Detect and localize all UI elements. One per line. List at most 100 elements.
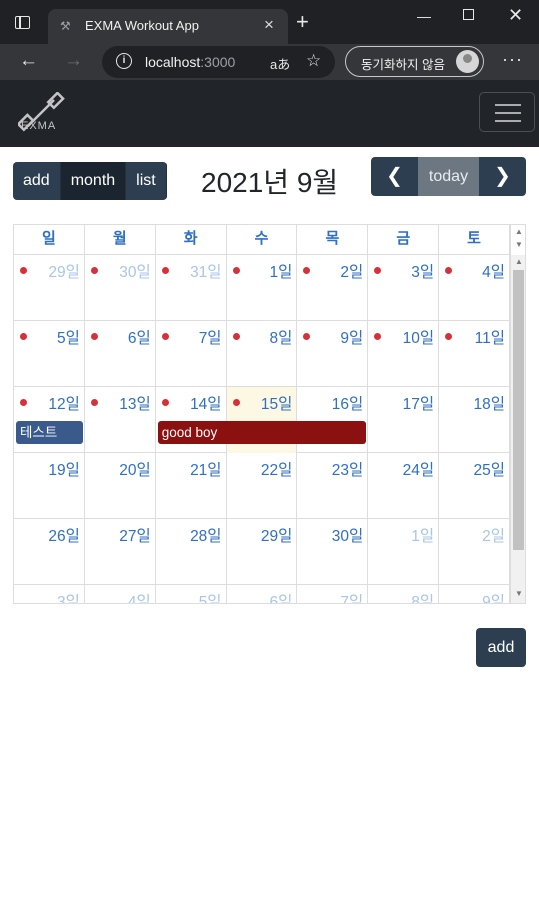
url-box[interactable]: i localhost:3000 aあ ☆ — [102, 46, 335, 78]
day-number[interactable]: 1일 — [270, 260, 293, 282]
day-number[interactable]: 9일 — [340, 326, 363, 348]
day-cell[interactable]: 2일 — [297, 255, 369, 321]
day-number[interactable]: 1일 — [411, 524, 434, 546]
url-text[interactable]: localhost:3000 — [145, 54, 235, 70]
day-cell[interactable]: 9일 — [297, 321, 369, 387]
day-cell[interactable]: 27일 — [85, 519, 156, 585]
calendar-event[interactable]: 테스트 — [16, 421, 83, 444]
back-icon[interactable]: ← — [19, 51, 38, 71]
day-cell[interactable]: 5일 — [14, 321, 85, 387]
scrollbar-thumb[interactable] — [513, 270, 524, 550]
day-number[interactable]: 21일 — [190, 458, 222, 480]
hamburger-menu-button[interactable] — [479, 92, 535, 132]
day-number[interactable]: 26일 — [48, 524, 80, 546]
day-number[interactable]: 17일 — [403, 392, 435, 414]
day-number[interactable]: 28일 — [190, 524, 222, 546]
day-number[interactable]: 19일 — [48, 458, 80, 480]
day-cell[interactable]: 10일 — [368, 321, 440, 387]
day-cell[interactable]: 8일 — [368, 585, 440, 603]
day-number[interactable]: 24일 — [403, 458, 435, 480]
calendar-event[interactable]: good boy — [157, 421, 367, 444]
browser-tab[interactable]: ⚒ EXMA Workout App × — [48, 9, 288, 44]
day-number[interactable]: 5일 — [57, 326, 80, 348]
day-cell[interactable]: 7일 — [297, 585, 369, 603]
window-menu-icon[interactable] — [15, 16, 30, 29]
day-cell[interactable]: 24일 — [368, 453, 440, 519]
minimize-icon[interactable]: — — [417, 8, 431, 24]
tab-close-icon[interactable]: × — [264, 15, 274, 35]
day-cell[interactable]: 22일 — [227, 453, 298, 519]
add-workout-button[interactable]: add — [476, 628, 526, 667]
day-cell[interactable]: 21일 — [156, 453, 227, 519]
day-cell[interactable]: 1일 — [368, 519, 440, 585]
add-view-button[interactable]: add — [13, 162, 61, 200]
day-cell[interactable]: 28일 — [156, 519, 227, 585]
day-number[interactable]: 8일 — [411, 590, 434, 603]
read-aloud-icon[interactable]: aあ — [270, 54, 290, 73]
day-number[interactable]: 14일 — [190, 392, 222, 414]
day-number[interactable]: 4일 — [128, 590, 151, 603]
day-number[interactable]: 2일 — [340, 260, 363, 282]
forward-icon[interactable]: → — [64, 51, 83, 71]
more-menu-icon[interactable]: ··· — [502, 49, 523, 70]
day-cell[interactable]: 30일 — [297, 519, 369, 585]
today-button[interactable]: today — [418, 157, 479, 196]
day-cell[interactable]: 7일 — [156, 321, 227, 387]
day-cell[interactable]: 4일 — [439, 255, 511, 321]
day-cell[interactable]: 29일 — [14, 255, 85, 321]
day-number[interactable]: 6일 — [128, 326, 151, 348]
day-cell[interactable]: 30일 — [85, 255, 156, 321]
day-number[interactable]: 15일 — [261, 392, 293, 414]
day-cell[interactable]: 18일 — [439, 387, 511, 453]
day-number[interactable]: 6일 — [270, 590, 293, 603]
day-cell[interactable]: 13일 — [85, 387, 156, 453]
day-number[interactable]: 20일 — [119, 458, 151, 480]
day-cell[interactable]: 3일 — [368, 255, 440, 321]
day-cell[interactable]: 25일 — [439, 453, 511, 519]
favorite-star-icon[interactable]: ☆ — [306, 51, 321, 71]
day-number[interactable]: 4일 — [482, 260, 505, 282]
month-view-button[interactable]: month — [60, 162, 127, 200]
day-number[interactable]: 12일 — [48, 392, 80, 414]
day-cell[interactable]: 6일 — [85, 321, 156, 387]
day-number[interactable]: 5일 — [199, 590, 222, 603]
day-cell[interactable]: 9일 — [439, 585, 511, 603]
day-cell[interactable]: 8일 — [227, 321, 298, 387]
prev-month-button[interactable]: ❮ — [371, 157, 418, 196]
day-cell[interactable]: 2일 — [439, 519, 511, 585]
day-cell[interactable]: 1일 — [227, 255, 298, 321]
day-number[interactable]: 3일 — [57, 590, 80, 603]
day-number[interactable]: 22일 — [261, 458, 293, 480]
day-cell[interactable]: 4일 — [85, 585, 156, 603]
day-cell[interactable]: 17일 — [368, 387, 440, 453]
day-number[interactable]: 13일 — [119, 392, 151, 414]
day-cell[interactable]: 26일 — [14, 519, 85, 585]
site-info-icon[interactable]: i — [116, 53, 132, 69]
day-number[interactable]: 3일 — [411, 260, 434, 282]
close-window-icon[interactable]: ✕ — [508, 5, 523, 26]
day-cell[interactable]: 19일 — [14, 453, 85, 519]
day-number[interactable]: 2일 — [482, 524, 505, 546]
day-cell[interactable]: 20일 — [85, 453, 156, 519]
day-number[interactable]: 29일 — [48, 260, 80, 282]
new-tab-icon[interactable]: + — [296, 11, 309, 33]
day-cell[interactable]: 11일 — [439, 321, 511, 387]
day-number[interactable]: 30일 — [332, 524, 364, 546]
day-number[interactable]: 16일 — [332, 392, 364, 414]
maximize-icon[interactable] — [463, 9, 474, 20]
day-cell[interactable]: 5일 — [156, 585, 227, 603]
day-cell[interactable]: 31일 — [156, 255, 227, 321]
sync-button[interactable]: 동기화하지 않음 — [345, 46, 484, 77]
day-number[interactable]: 7일 — [340, 590, 363, 603]
day-number[interactable]: 23일 — [332, 458, 364, 480]
day-number[interactable]: 18일 — [474, 392, 506, 414]
day-cell[interactable]: 3일 — [14, 585, 85, 603]
day-number[interactable]: 11일 — [475, 326, 505, 348]
day-cell[interactable]: 23일 — [297, 453, 369, 519]
day-number[interactable]: 27일 — [119, 524, 151, 546]
day-number[interactable]: 29일 — [261, 524, 293, 546]
day-number[interactable]: 10일 — [403, 326, 435, 348]
day-number[interactable]: 8일 — [270, 326, 293, 348]
day-cell[interactable]: 6일 — [227, 585, 298, 603]
day-number[interactable]: 30일 — [119, 260, 151, 282]
